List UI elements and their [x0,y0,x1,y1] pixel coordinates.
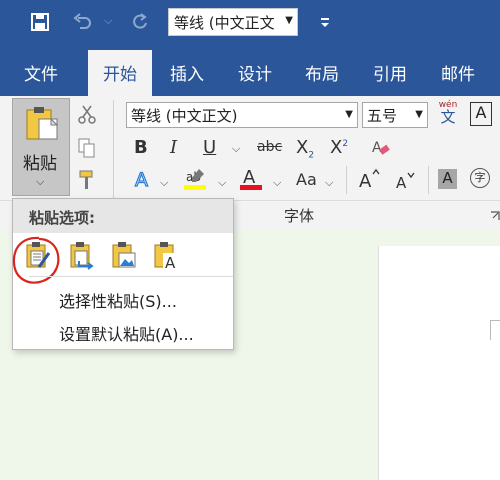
tab-design[interactable]: 设计 [238,60,272,85]
highlight-color-icon[interactable]: ab [182,166,208,196]
tab-home[interactable]: 开始 [103,60,137,85]
paste-button[interactable]: 粘贴 ⌵ [12,98,70,196]
undo-icon[interactable] [72,12,92,37]
svg-text:A: A [135,169,148,190]
font-color-dropdown-icon[interactable]: ⌵ [273,176,281,190]
underline-button[interactable]: U [203,137,216,158]
text-effects-icon[interactable]: A [132,168,154,194]
svg-text:A: A [359,171,372,190]
merge-formatting-icon[interactable] [69,241,97,275]
divider [346,166,347,194]
copy-icon[interactable] [78,138,96,162]
font-size-value: 五号 [367,107,398,125]
phonetic-char: 文 [440,108,456,126]
tab-references[interactable]: 引用 [373,60,407,85]
font-dialog-launcher-icon[interactable] [490,208,500,227]
paste-label: 粘贴 [23,154,57,174]
margin-marker [490,320,491,340]
group-divider [113,100,114,198]
phonetic-guide-button[interactable]: wén 文 [436,100,460,130]
tab-layout[interactable]: 布局 [305,60,339,85]
svg-text:A: A [396,174,407,192]
change-case-dropdown-icon[interactable]: ⌵ [325,176,333,190]
divider [428,166,429,194]
chevron-down-icon: ▼ [415,109,423,120]
margin-marker [490,320,500,321]
redo-icon[interactable] [130,12,150,37]
cut-icon[interactable] [78,104,96,128]
chevron-down-icon: ▼ [345,109,353,120]
font-name-combo[interactable]: 等线 (中文正文) ▼ [126,102,358,128]
highlight-dropdown-icon[interactable]: ⌵ [218,176,226,190]
change-case-button[interactable]: Aa [296,170,317,189]
paste-special-item[interactable]: 选择性粘贴(S)... [59,288,177,312]
document-page[interactable] [378,246,500,480]
tab-insert[interactable]: 插入 [170,60,204,85]
svg-text:A: A [243,167,256,188]
font-name-value: 等线 (中文正文) [131,107,238,125]
svg-text:A: A [372,140,382,156]
annotation-circle [9,233,65,293]
menu-divider [29,276,233,277]
paste-picture-icon[interactable] [111,241,139,275]
character-shading-button[interactable]: A [438,169,457,189]
clear-formatting-icon[interactable]: A [371,138,391,162]
enclose-characters-button[interactable]: 字 [470,168,490,188]
character-border-button[interactable]: A [470,102,492,126]
customize-quick-access-icon[interactable] [318,14,332,34]
superscript-button[interactable]: X2 [330,137,348,158]
set-default-paste-item[interactable]: 设置默认粘贴(A)... [59,321,194,345]
svg-text:A: A [165,254,176,271]
quick-access-font-selector[interactable]: 等线 (中文正文 ▼ [168,8,298,36]
tab-mailings[interactable]: 邮件 [441,60,475,85]
clipboard-icon [25,105,59,145]
superscript-label: X [330,137,343,158]
font-color-icon[interactable]: A [238,166,264,196]
format-painter-icon[interactable] [78,170,96,194]
italic-button[interactable]: I [170,137,177,158]
paste-options-header: 粘贴选项: [29,209,95,227]
save-icon[interactable] [30,12,50,37]
grow-font-icon[interactable]: A [358,168,380,194]
text-effects-dropdown-icon[interactable]: ⌵ [160,176,168,190]
underline-dropdown-icon[interactable]: ⌵ [232,142,240,156]
tab-file[interactable]: 文件 [24,60,58,85]
shrink-font-icon[interactable]: A [394,170,416,196]
undo-dropdown-icon[interactable]: ⌵ [104,14,112,28]
keep-text-only-icon[interactable]: A [153,241,181,275]
bold-button[interactable]: B [134,137,148,158]
paste-dropdown-icon: ⌵ [36,175,45,188]
subscript-button[interactable]: X2 [296,137,314,161]
chevron-down-icon: ▼ [285,15,293,26]
paste-options-menu: 粘贴选项: A 选择性粘贴(S)... 设置默认粘贴(A)... [12,198,234,350]
strikethrough-button[interactable]: abc [257,139,282,155]
subscript-label: X [296,137,309,158]
font-group-label: 字体 [284,207,315,225]
quick-access-font-name: 等线 (中文正文 [174,14,275,32]
font-size-combo[interactable]: 五号 ▼ [362,102,428,128]
